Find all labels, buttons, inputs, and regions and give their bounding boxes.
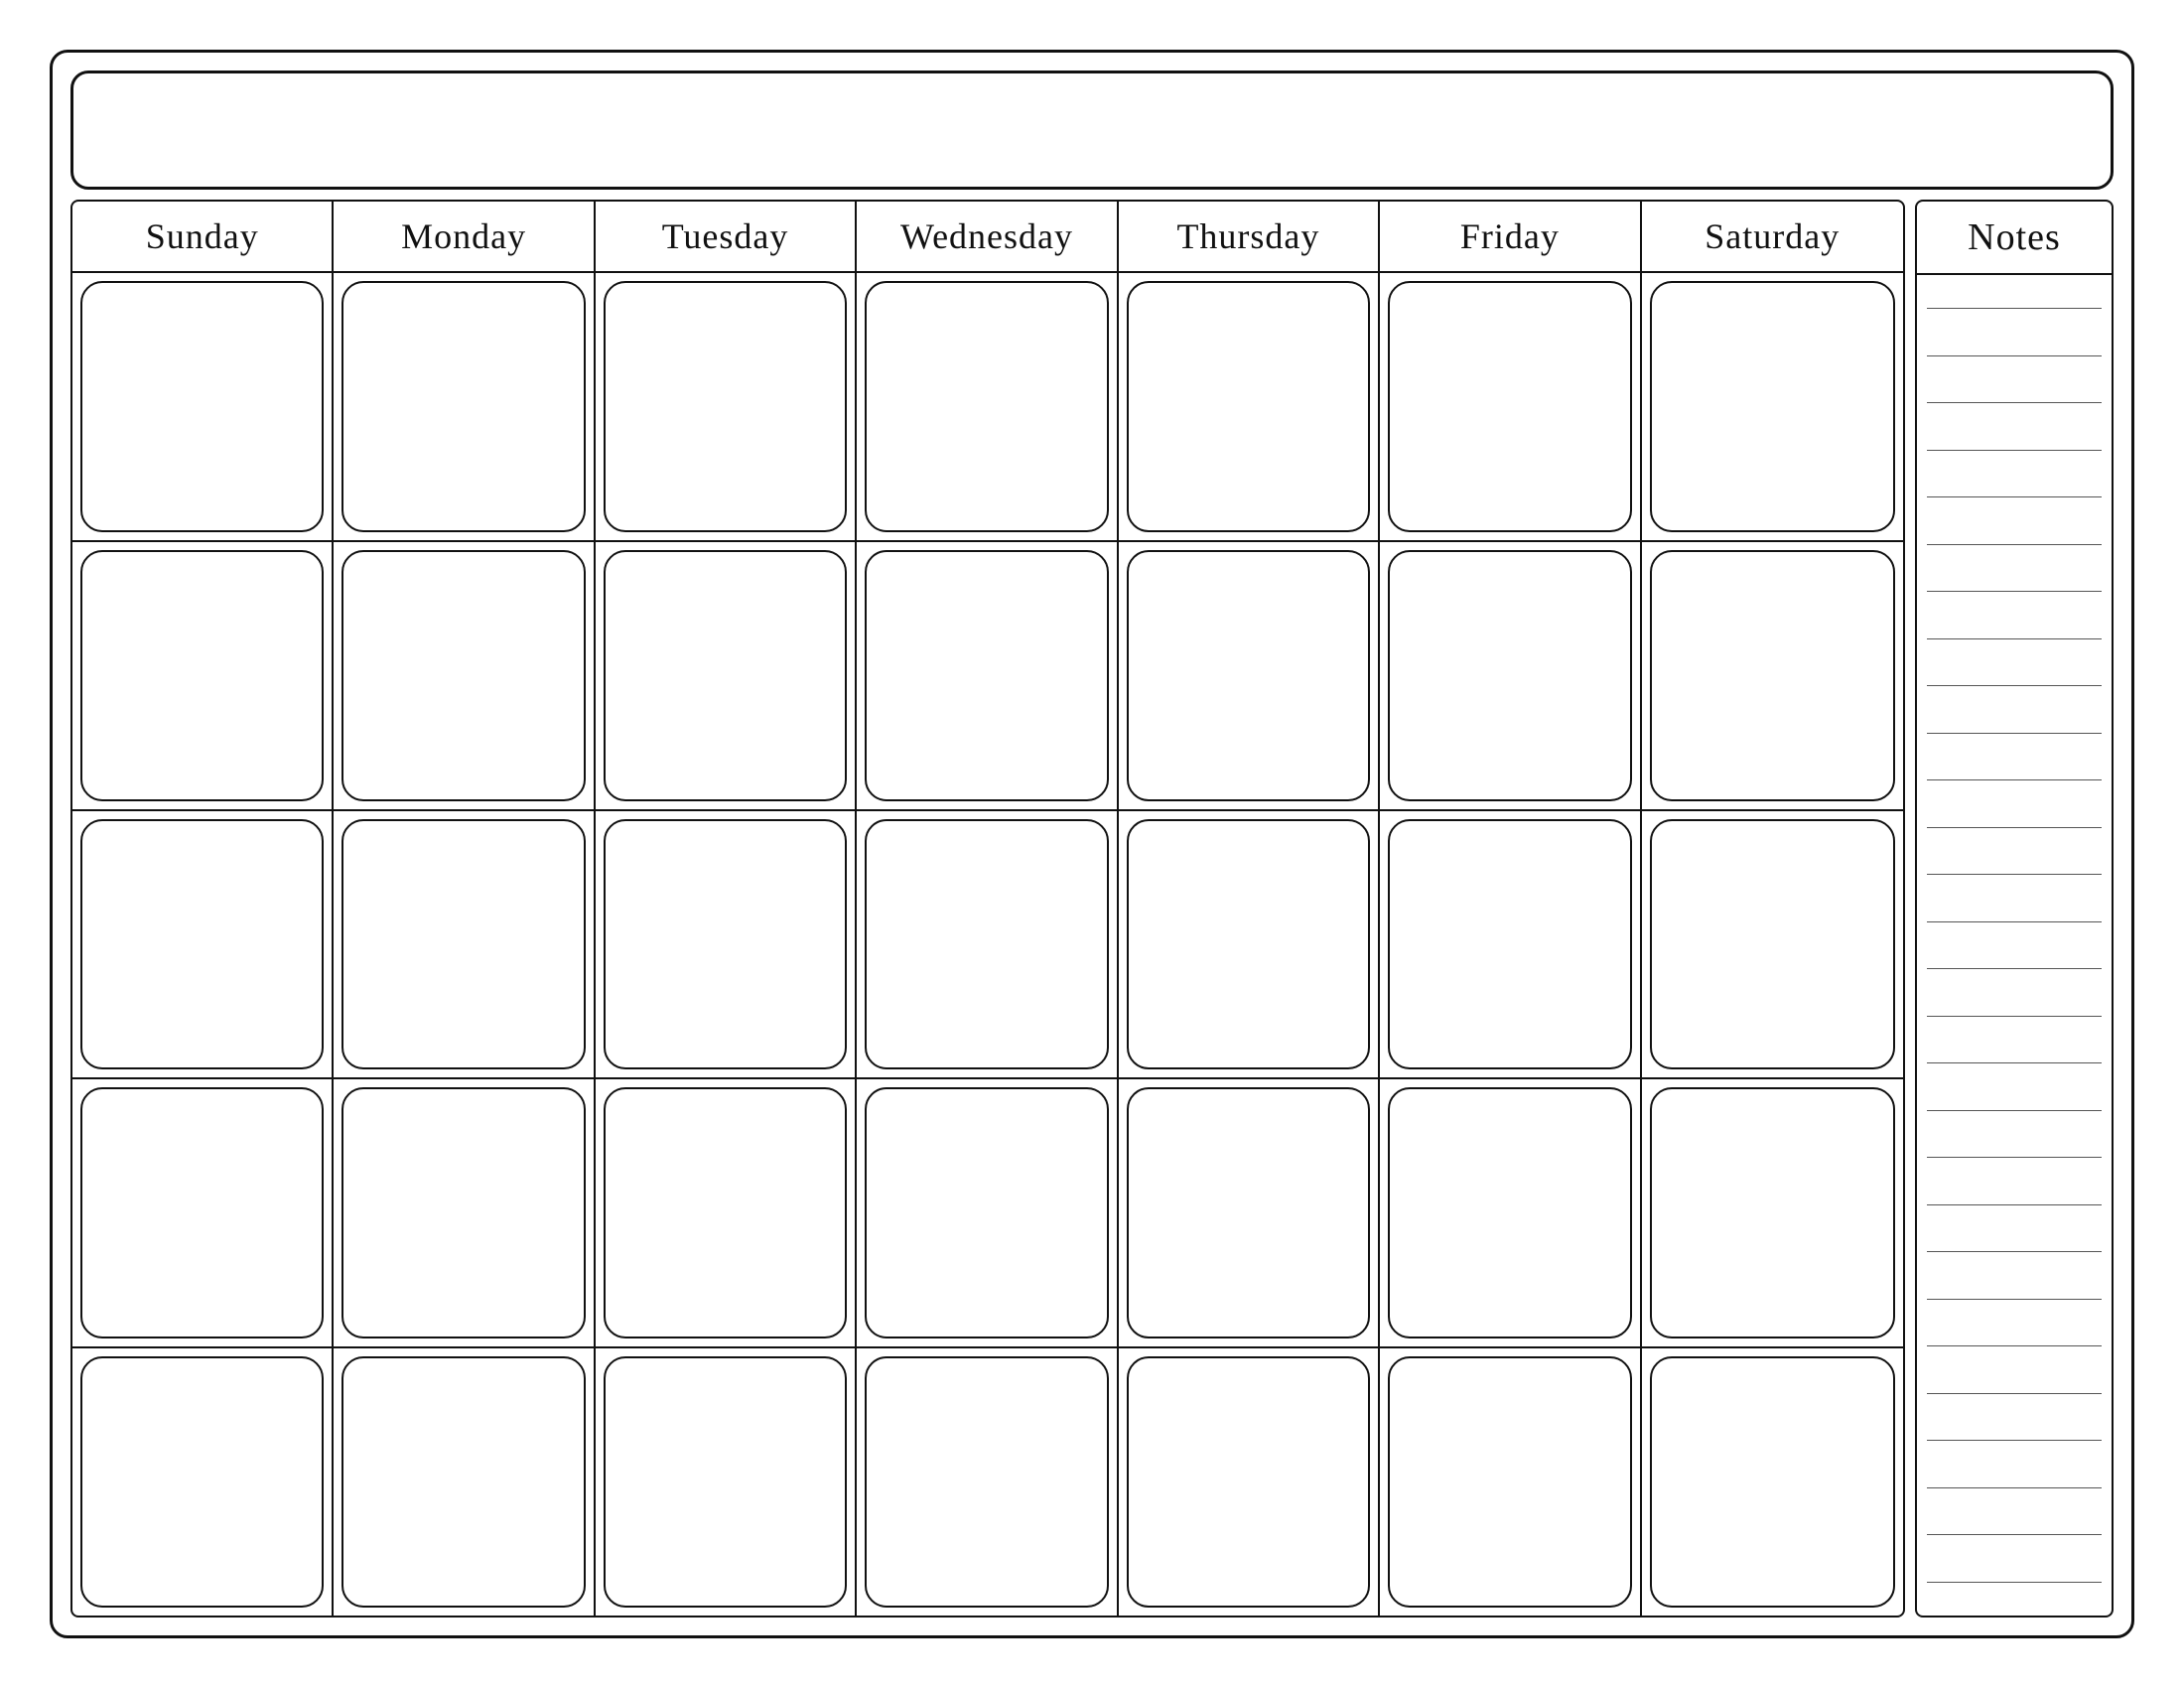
week-row-4	[72, 1079, 1903, 1348]
day-cell-3-2[interactable]	[334, 811, 595, 1078]
notes-line-2	[1927, 355, 2102, 356]
day-cell-5-3[interactable]	[596, 1348, 857, 1616]
day-cell-5-5[interactable]	[1119, 1348, 1380, 1616]
day-cell-1-6[interactable]	[1380, 273, 1641, 540]
header-friday: Friday	[1380, 202, 1641, 271]
day-cell-2-5[interactable]	[1119, 542, 1380, 809]
day-cell-1-5[interactable]	[1119, 273, 1380, 540]
week-row-3	[72, 811, 1903, 1080]
notes-line-6	[1927, 544, 2102, 545]
notes-lines[interactable]	[1915, 275, 2114, 1618]
day-cell-5-6[interactable]	[1380, 1348, 1641, 1616]
notes-line-26	[1927, 1487, 2102, 1488]
day-cell-3-5[interactable]	[1119, 811, 1380, 1078]
day-cell-2-1[interactable]	[72, 542, 334, 809]
day-cell-2-2[interactable]	[334, 542, 595, 809]
notes-line-12	[1927, 827, 2102, 828]
day-cell-4-1[interactable]	[72, 1079, 334, 1346]
day-cell-3-1[interactable]	[72, 811, 334, 1078]
notes-line-14	[1927, 921, 2102, 922]
week-row-5	[72, 1348, 1903, 1616]
day-cell-2-3[interactable]	[596, 542, 857, 809]
header-thursday: Thursday	[1119, 202, 1380, 271]
notes-line-22	[1927, 1299, 2102, 1300]
day-cell-4-5[interactable]	[1119, 1079, 1380, 1346]
notes-line-5	[1927, 496, 2102, 497]
day-cell-4-4[interactable]	[857, 1079, 1118, 1346]
notes-line-3	[1927, 402, 2102, 403]
day-cell-1-7[interactable]	[1642, 273, 1903, 540]
day-cell-2-4[interactable]	[857, 542, 1118, 809]
notes-panel: Notes	[1915, 200, 2114, 1618]
notes-line-1	[1927, 308, 2102, 309]
day-cell-1-3[interactable]	[596, 273, 857, 540]
header-wednesday: Wednesday	[857, 202, 1118, 271]
notes-line-23	[1927, 1345, 2102, 1346]
week-row-2	[72, 542, 1903, 811]
header-sunday: Sunday	[72, 202, 334, 271]
day-cell-3-6[interactable]	[1380, 811, 1641, 1078]
day-cell-4-3[interactable]	[596, 1079, 857, 1346]
week-row-1	[72, 273, 1903, 542]
header-monday: Monday	[334, 202, 595, 271]
header-saturday: Saturday	[1642, 202, 1903, 271]
day-headers: Sunday Monday Tuesday Wednesday Thursday…	[72, 202, 1903, 273]
day-cell-4-2[interactable]	[334, 1079, 595, 1346]
day-cell-4-7[interactable]	[1642, 1079, 1903, 1346]
notes-line-7	[1927, 591, 2102, 592]
day-cell-2-7[interactable]	[1642, 542, 1903, 809]
notes-line-17	[1927, 1062, 2102, 1063]
notes-line-4	[1927, 450, 2102, 451]
notes-line-24	[1927, 1393, 2102, 1394]
notes-line-15	[1927, 968, 2102, 969]
day-cell-3-3[interactable]	[596, 811, 857, 1078]
notes-line-13	[1927, 874, 2102, 875]
day-cell-4-6[interactable]	[1380, 1079, 1641, 1346]
notes-line-28	[1927, 1582, 2102, 1583]
day-cell-5-2[interactable]	[334, 1348, 595, 1616]
day-cell-5-1[interactable]	[72, 1348, 334, 1616]
notes-line-11	[1927, 779, 2102, 780]
day-cell-5-4[interactable]	[857, 1348, 1118, 1616]
notes-line-25	[1927, 1440, 2102, 1441]
notes-line-9	[1927, 685, 2102, 686]
weeks-grid	[72, 273, 1903, 1616]
notes-line-16	[1927, 1016, 2102, 1017]
notes-line-21	[1927, 1251, 2102, 1252]
title-bar[interactable]	[70, 70, 2114, 190]
day-cell-1-2[interactable]	[334, 273, 595, 540]
notes-line-27	[1927, 1534, 2102, 1535]
notes-line-19	[1927, 1157, 2102, 1158]
notes-line-10	[1927, 733, 2102, 734]
day-cell-1-1[interactable]	[72, 273, 334, 540]
day-cell-5-7[interactable]	[1642, 1348, 1903, 1616]
calendar-body: Sunday Monday Tuesday Wednesday Thursday…	[70, 200, 2114, 1618]
day-cell-1-4[interactable]	[857, 273, 1118, 540]
notes-line-20	[1927, 1204, 2102, 1205]
notes-line-8	[1927, 638, 2102, 639]
main-grid: Sunday Monday Tuesday Wednesday Thursday…	[70, 200, 1905, 1618]
day-cell-3-4[interactable]	[857, 811, 1118, 1078]
notes-line-18	[1927, 1110, 2102, 1111]
day-cell-3-7[interactable]	[1642, 811, 1903, 1078]
day-cell-2-6[interactable]	[1380, 542, 1641, 809]
calendar-wrapper: Sunday Monday Tuesday Wednesday Thursday…	[50, 50, 2134, 1638]
notes-header: Notes	[1915, 200, 2114, 275]
header-tuesday: Tuesday	[596, 202, 857, 271]
